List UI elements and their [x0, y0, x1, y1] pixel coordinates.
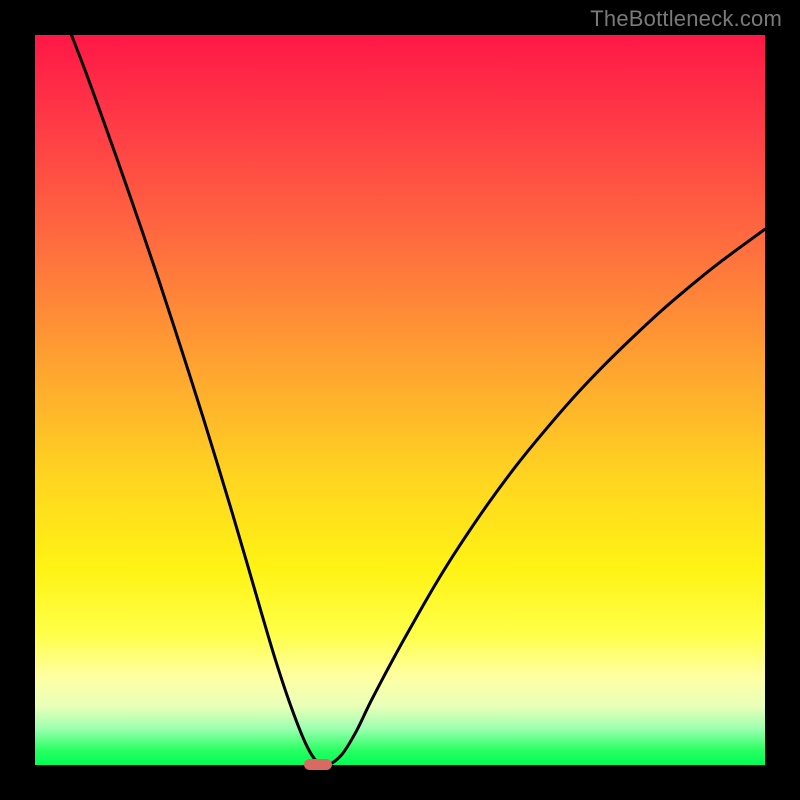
- watermark-text: TheBottleneck.com: [590, 6, 782, 32]
- chart-canvas: TheBottleneck.com: [0, 0, 800, 800]
- bottleneck-marker: [304, 759, 332, 770]
- plot-area: [35, 35, 765, 765]
